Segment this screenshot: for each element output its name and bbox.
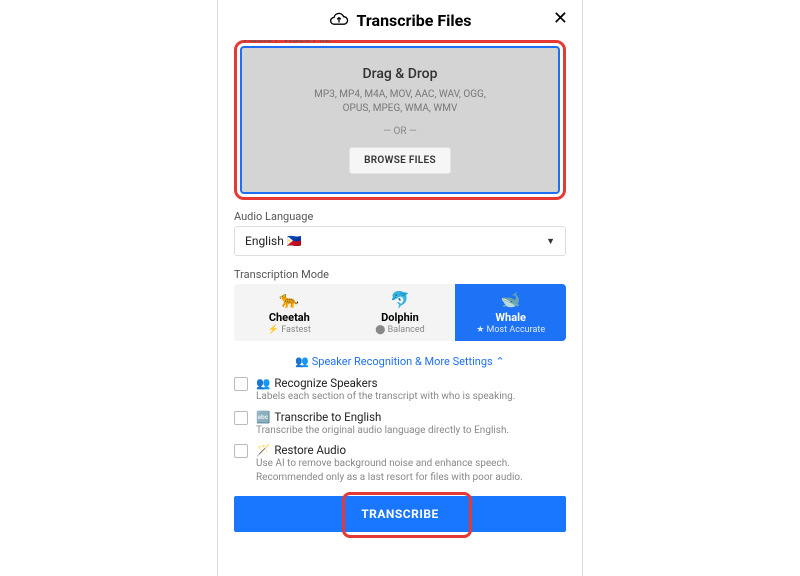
browse-files-button[interactable]: BROWSE FILES xyxy=(349,147,451,174)
setting-transcribe-english: 🔤 Transcribe to English Transcribe the o… xyxy=(234,410,566,438)
transcribe-button[interactable]: TRANSCRIBE xyxy=(234,496,566,532)
modal-header: Transcribe Files ✕ xyxy=(218,0,582,40)
whale-icon: 🐋 xyxy=(459,292,562,308)
checkbox-restore-audio[interactable] xyxy=(234,444,248,458)
checkbox-transcribe-english[interactable] xyxy=(234,411,248,425)
dolphin-icon: 🐬 xyxy=(349,292,452,308)
cheetah-icon: 🐆 xyxy=(238,292,341,308)
more-settings-toggle[interactable]: 👥 Speaker Recognition & More Settings ⌃ xyxy=(234,355,566,368)
mode-cheetah[interactable]: 🐆 Cheetah ⚡ Fastest xyxy=(234,284,345,341)
checkbox-recognize-speakers[interactable] xyxy=(234,377,248,391)
language-value: English 🇵🇭 xyxy=(245,234,302,248)
speakers-icon: 👥 xyxy=(256,376,270,390)
mode-dolphin[interactable]: 🐬 Dolphin ⬤ Balanced xyxy=(345,284,456,341)
setting-recognize-speakers: 👥 Recognize Speakers Labels each section… xyxy=(234,376,566,404)
chevron-down-icon: ▼ xyxy=(546,236,555,247)
language-select[interactable]: English 🇵🇭 ▼ xyxy=(234,226,566,256)
transcribe-modal: Transcribe Files ✕ Audio / Video File 🔗 … xyxy=(217,0,583,576)
translate-icon: 🔤 xyxy=(256,410,270,424)
dropzone-or: — OR — xyxy=(252,126,548,137)
dropzone-title: Drag & Drop xyxy=(252,66,548,82)
language-label: Audio Language xyxy=(234,210,566,223)
modal-title-row: Transcribe Files xyxy=(329,11,472,30)
modal-body: Audio / Video File 🔗 Drag & Drop MP3, MP… xyxy=(218,40,582,576)
modal-title: Transcribe Files xyxy=(357,11,472,30)
mode-whale[interactable]: 🐋 Whale ★ Most Accurate xyxy=(455,284,566,341)
close-button[interactable]: ✕ xyxy=(553,10,568,28)
file-dropzone[interactable]: Drag & Drop MP3, MP4, M4A, MOV, AAC, WAV… xyxy=(240,46,560,194)
setting-restore-audio: 🪄 Restore Audio Use AI to remove backgro… xyxy=(234,443,566,484)
mode-label: Transcription Mode xyxy=(234,268,566,281)
dropzone-section: Audio / Video File 🔗 Drag & Drop MP3, MP… xyxy=(234,40,566,210)
submit-row: TRANSCRIBE xyxy=(234,496,566,532)
file-field-label: Audio / Video File xyxy=(244,40,330,45)
cloud-upload-icon xyxy=(329,12,349,28)
dropzone-formats: MP3, MP4, M4A, MOV, AAC, WAV, OGG, OPUS,… xyxy=(252,88,548,116)
dropzone-highlight: Drag & Drop MP3, MP4, M4A, MOV, AAC, WAV… xyxy=(234,40,566,200)
wand-icon: 🪄 xyxy=(256,443,270,457)
mode-selector: 🐆 Cheetah ⚡ Fastest 🐬 Dolphin ⬤ Balanced… xyxy=(234,284,566,341)
